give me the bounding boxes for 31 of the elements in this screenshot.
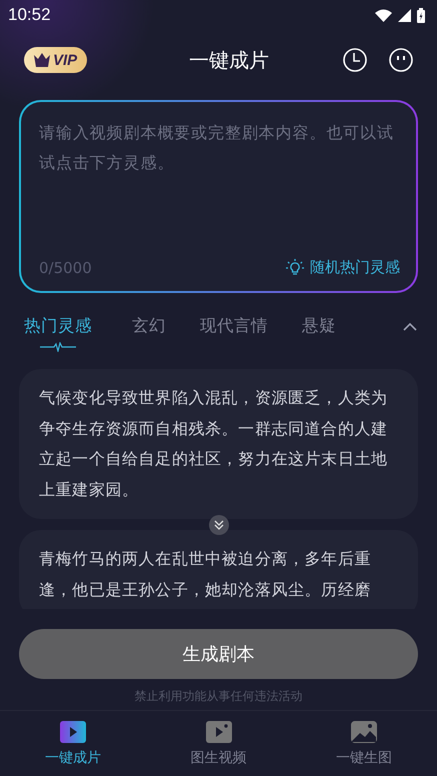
page-title: 一键成片 <box>189 46 270 74</box>
vip-badge[interactable]: VIP <box>24 47 88 73</box>
input-field[interactable]: 请输入视频剧本概要或完整剧本内容。也可以试试点击下方灵感。 0/5000 随机热门灵感 <box>19 100 418 293</box>
vip-label: VIP <box>53 52 78 68</box>
disclaimer-text: 禁止利用功能从事任何违法活动 <box>134 688 304 705</box>
clock-icon[interactable] <box>343 48 367 72</box>
pulse-line-icon <box>40 342 76 352</box>
picture-icon <box>351 721 378 743</box>
category-tab[interactable]: 热门灵感 <box>24 315 92 352</box>
crown-icon <box>34 53 50 67</box>
wifi-icon <box>375 8 392 22</box>
category-tab[interactable]: 悬疑 <box>302 315 336 337</box>
idea-card[interactable]: 青梅竹马的两人在乱世中被迫分离，多年后重逢，他已是王孙公子，她却沦落风尘。历经磨 <box>19 530 418 609</box>
nav-tab[interactable]: 一键生图 <box>291 711 437 776</box>
signal-icon <box>398 8 411 22</box>
idea-text: 气候变化导致世界陷入混乱，资源匮乏，人类为争夺生存资源而自相残杀。一群志同道合的人建立起一个自给自足的社区，努力在这片末日土地上重建家园。 <box>39 387 389 500</box>
idea-text: 青梅竹马的两人在乱世中被迫分离，多年后重逢，他已是王孙公子，她却沦落风尘。历经磨 <box>39 548 372 600</box>
random-inspiration-button[interactable]: 随机热门灵感 <box>286 258 400 277</box>
battery-icon <box>417 8 425 22</box>
chevron-up-icon <box>403 322 417 331</box>
face-icon[interactable] <box>389 48 413 72</box>
play-icon <box>206 721 232 743</box>
status-time: 10:52 <box>8 5 51 25</box>
lightbulb-icon <box>286 258 304 276</box>
idea-card[interactable]: 气候变化导致世界陷入混乱，资源匮乏，人类为争夺生存资源而自相残杀。一群志同道合的人建立起一个自给自足的社区，努力在这片末日土地上重建家园。 <box>19 369 418 519</box>
category-tab[interactable]: 现代言情 <box>200 315 268 337</box>
character-counter: 0/5000 <box>39 258 92 276</box>
category-tab[interactable]: 玄幻 <box>132 315 166 337</box>
nav-tab[interactable]: 一键成片 <box>0 711 146 776</box>
play-icon <box>60 721 86 743</box>
nav-tab[interactable]: 图生视频 <box>146 711 292 776</box>
